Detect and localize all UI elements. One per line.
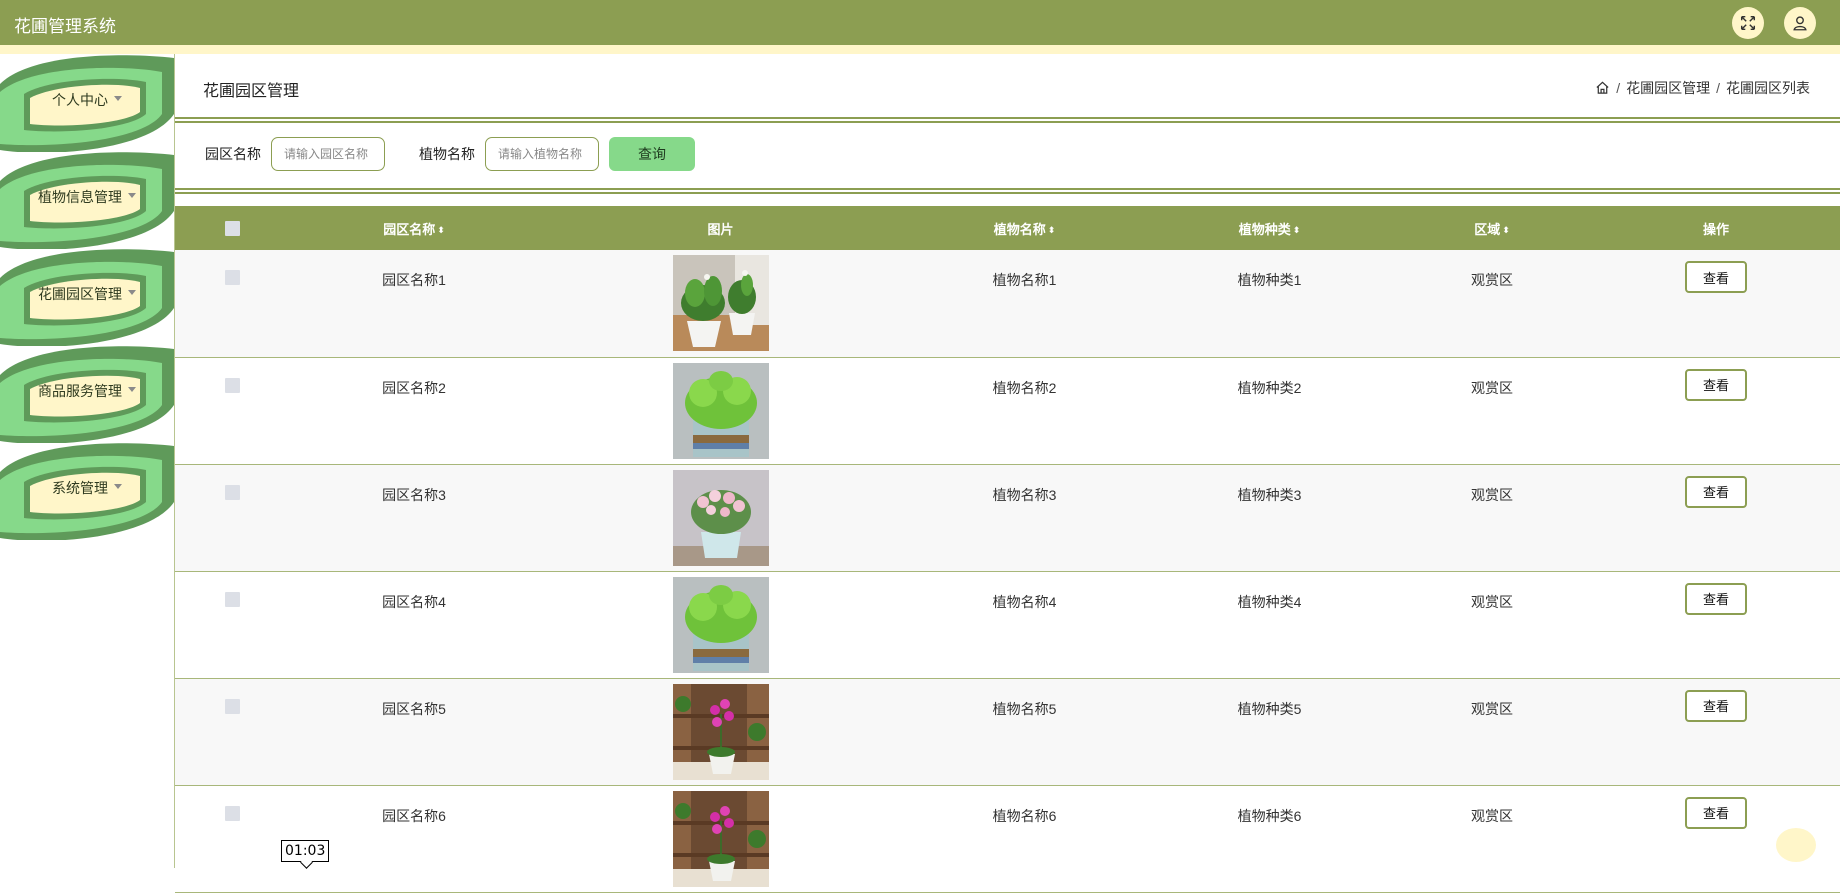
park-name-label: 园区名称 [205,146,261,162]
main-content: 花圃园区管理 / 花圃园区管理 / 花圃园区列表 园区名称 植物名称 查询 [174,54,1840,892]
park-name-cell: 园区名称1 [382,272,446,288]
app-title: 花圃管理系统 [14,17,116,36]
plant-name-label: 植物名称 [419,146,475,162]
park-name-input[interactable] [271,137,385,171]
top-bar: 花圃管理系统 [0,0,1840,45]
plant-name-cell: 植物名称1 [992,272,1057,288]
chevron-down-icon [128,386,136,392]
sidebar: 个人中心 植物信息管理 花圃园区管理 商品服务管理 系统管理 [0,54,174,868]
view-button[interactable]: 查看 [1685,261,1747,293]
plant-kind-cell: 植物种类2 [1237,379,1302,396]
sort-icon[interactable]: ⬍ [437,225,445,236]
plant-name-input[interactable] [485,137,599,171]
plant-kind-cell: 植物种类5 [1237,700,1302,717]
header-accent-strip [0,45,1840,54]
search-bar: 园区名称 植物名称 查询 [205,137,695,171]
area-cell: 观赏区 [1471,486,1513,503]
plant-name-cell: 植物名称3 [992,486,1057,503]
table-row: 园区名称3 植物名称3 植物种类3 观赏区 查看 [175,464,1840,571]
table-row: 园区名称6 植物名称6 植物种类6 观赏区 查看 [175,785,1840,892]
row-checkbox[interactable] [224,484,240,500]
column-header-area[interactable]: 区域 ⬍ [1392,206,1592,250]
table-row: 园区名称5 植物名称5 植物种类5 观赏区 查看 [175,678,1840,785]
view-button[interactable]: 查看 [1685,475,1747,508]
column-header-park-name[interactable]: 园区名称 ⬍ [289,206,539,250]
table-row: 园区名称4 植物名称4 植物种类4 观赏区 查看 [175,571,1840,678]
plant-image [672,255,769,351]
sort-icon[interactable]: ⬍ [1048,225,1056,236]
plant-name-cell: 植物名称5 [992,700,1057,717]
park-name-cell: 园区名称3 [382,486,446,503]
sidebar-item-label: 植物信息管理 [38,189,122,205]
view-button[interactable]: 查看 [1685,796,1747,829]
area-cell: 观赏区 [1471,807,1513,824]
table-header-row: 园区名称 ⬍ 图片 植物名称 ⬍ 植物种类 ⬍ 区域 ⬍ 操作 [175,206,1840,250]
area-cell: 观赏区 [1471,272,1513,288]
view-button[interactable]: 查看 [1685,689,1747,722]
park-name-cell: 园区名称6 [382,807,446,824]
sidebar-item-personal-center[interactable]: 个人中心 [0,54,174,152]
user-icon[interactable] [1784,7,1816,39]
plant-kind-cell: 植物种类3 [1237,486,1302,503]
sort-icon[interactable]: ⬍ [1293,225,1301,236]
sidebar-item-goods-service[interactable]: 商品服务管理 [0,345,174,443]
breadcrumb-item[interactable]: 花圃园区管理 [1626,78,1710,98]
sidebar-item-label: 花圃园区管理 [38,286,122,302]
plant-image [672,362,769,459]
select-all-checkbox[interactable] [224,221,240,237]
area-cell: 观赏区 [1471,593,1513,610]
chevron-down-icon [114,95,122,101]
fullscreen-icon[interactable] [1732,7,1764,39]
sort-icon[interactable]: ⬍ [1502,225,1510,236]
plant-image [672,576,769,673]
sidebar-item-system[interactable]: 系统管理 [0,442,174,540]
area-cell: 观赏区 [1471,379,1513,396]
sidebar-item-label: 个人中心 [52,92,108,108]
page-header: 花圃园区管理 / 花圃园区管理 / 花圃园区列表 [175,54,1840,119]
row-checkbox[interactable] [224,591,240,607]
page-title: 花圃园区管理 [203,83,300,100]
data-table: 园区名称 ⬍ 图片 植物名称 ⬍ 植物种类 ⬍ 区域 ⬍ 操作 园区名称1 植物… [175,206,1840,893]
plant-image [672,683,769,780]
plant-kind-cell: 植物种类1 [1237,272,1302,288]
timer-tooltip: 01:03 [281,840,330,862]
divider [175,117,1840,123]
column-header-image: 图片 [707,221,734,237]
column-header-plant-name[interactable]: 植物名称 ⬍ [902,206,1147,250]
view-button[interactable]: 查看 [1685,582,1747,615]
plant-name-cell: 植物名称2 [992,379,1057,396]
sidebar-item-garden-park[interactable]: 花圃园区管理 [0,248,174,346]
plant-kind-cell: 植物种类6 [1237,807,1302,824]
chevron-down-icon [114,483,122,489]
home-icon[interactable] [1595,80,1610,96]
area-cell: 观赏区 [1471,700,1513,717]
divider [175,188,1840,194]
chevron-down-icon [128,289,136,295]
plant-image [672,790,769,887]
query-button[interactable]: 查询 [609,137,695,171]
breadcrumb: / 花圃园区管理 / 花圃园区列表 [1595,78,1810,98]
row-checkbox[interactable] [224,698,240,714]
plant-name-cell: 植物名称6 [992,807,1057,824]
column-header-actions: 操作 [1702,221,1729,237]
breadcrumb-item-current: 花圃园区列表 [1726,80,1810,96]
sidebar-item-label: 商品服务管理 [38,383,122,399]
row-checkbox[interactable] [224,805,240,821]
park-name-cell: 园区名称2 [382,379,446,396]
plant-image [672,469,769,566]
floating-action-bubble[interactable] [1776,828,1816,862]
table-row: 园区名称1 植物名称1 植物种类1 观赏区 查看 [175,250,1840,357]
chevron-down-icon [128,192,136,198]
view-button[interactable]: 查看 [1685,368,1747,401]
sidebar-item-plant-info[interactable]: 植物信息管理 [0,151,174,249]
plant-kind-cell: 植物种类4 [1237,593,1302,610]
row-checkbox[interactable] [224,377,240,393]
plant-name-cell: 植物名称4 [992,593,1057,610]
row-checkbox[interactable] [224,270,240,285]
column-header-plant-kind[interactable]: 植物种类 ⬍ [1147,206,1392,250]
park-name-cell: 园区名称5 [382,700,446,717]
sidebar-item-label: 系统管理 [52,480,108,496]
table-row: 园区名称2 植物名称2 植物种类2 观赏区 查看 [175,357,1840,464]
park-name-cell: 园区名称4 [382,593,446,610]
